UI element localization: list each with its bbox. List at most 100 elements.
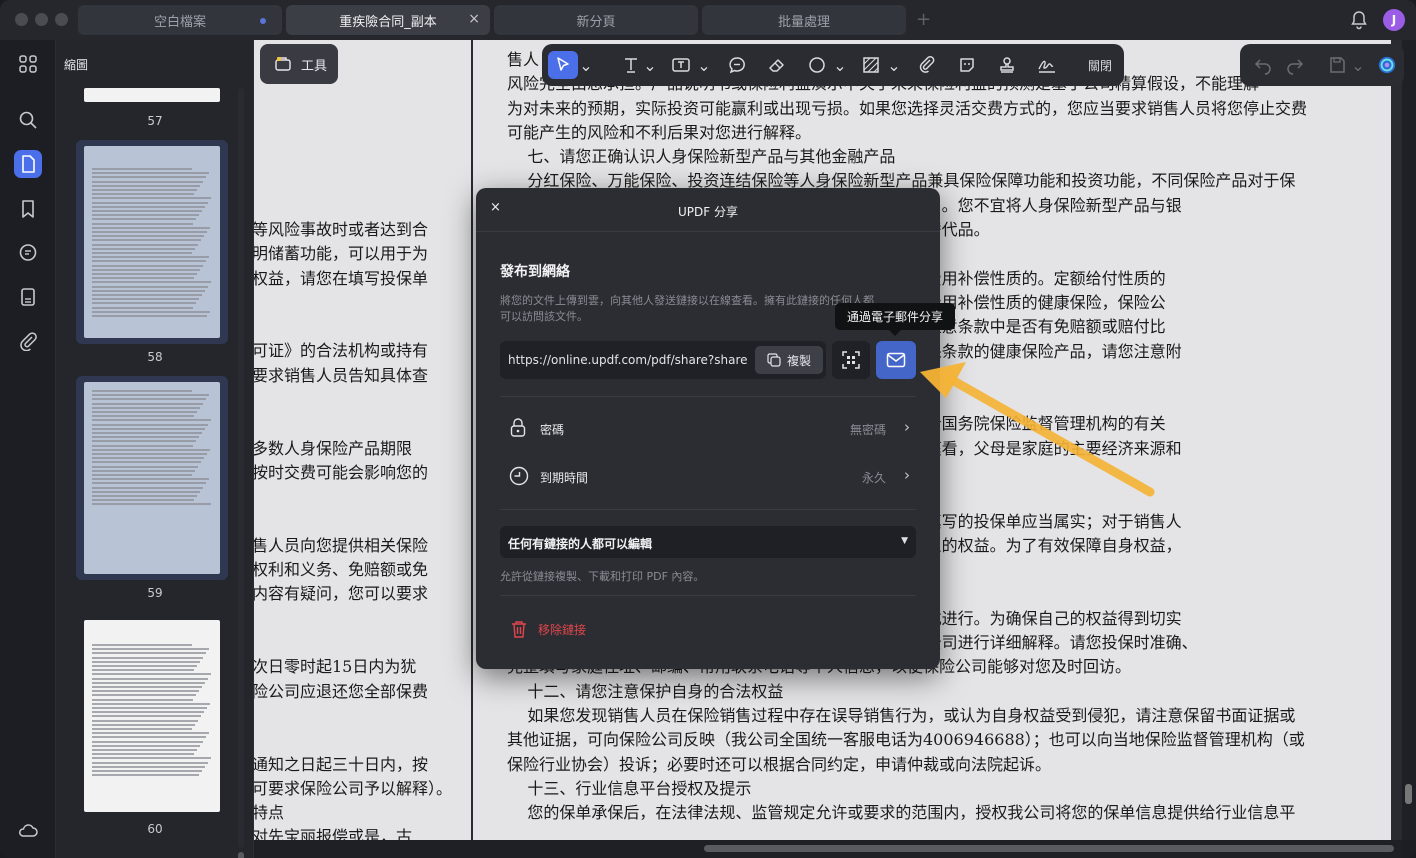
- grid-view-icon[interactable]: [14, 50, 42, 78]
- tab-new[interactable]: 新分頁: [494, 5, 698, 35]
- comment-tool-icon[interactable]: [722, 51, 752, 79]
- minimize-window-button[interactable]: [35, 13, 48, 26]
- user-avatar[interactable]: J: [1383, 9, 1405, 31]
- lock-icon: [510, 418, 526, 437]
- thumbnail-page[interactable]: [84, 620, 220, 812]
- toolbox-icon: [275, 57, 291, 71]
- select-pointer-icon[interactable]: [548, 51, 578, 79]
- tab-label: 批量處理: [777, 14, 830, 30]
- chevron-down-icon[interactable]: ⌄: [833, 51, 846, 79]
- thumbnail-text-line: [92, 715, 201, 718]
- document-line: 可能产生的风险和不利后果对您进行解释。: [507, 122, 812, 142]
- expiry-value: 永久: [861, 471, 886, 485]
- shape-circle-icon[interactable]: [802, 51, 832, 79]
- copy-label: 複製: [786, 353, 811, 368]
- caret-down-icon: ▼: [901, 536, 908, 546]
- bookmark-icon[interactable]: [14, 195, 42, 223]
- thumbnail-page-number: 58: [147, 350, 163, 364]
- text-tool-icon[interactable]: [616, 51, 646, 79]
- mail-icon: [886, 352, 906, 368]
- remove-link-button[interactable]: 移除鏈接: [510, 619, 586, 639]
- signature-icon[interactable]: [1032, 51, 1062, 79]
- trash-icon: [512, 621, 526, 638]
- thumbnail-page[interactable]: [84, 88, 220, 102]
- attachment-tool-icon[interactable]: [912, 51, 942, 79]
- textbox-tool-icon[interactable]: [666, 51, 696, 79]
- document-line: 售人员向您提供相关保险: [254, 535, 429, 555]
- thumbnail-text-line: [92, 753, 194, 756]
- chevron-right-icon: ›: [904, 418, 910, 436]
- unsaved-dot-icon: [260, 18, 266, 24]
- thumbnail-text-line: [92, 402, 203, 405]
- thumbnail-page[interactable]: [84, 146, 220, 338]
- thumbnail-text-line: [92, 774, 199, 777]
- thumbnail-text-line: [92, 310, 210, 313]
- notification-bell-icon[interactable]: [1350, 10, 1368, 30]
- thumbnail-text-line: [92, 411, 197, 413]
- document-vertical-scrollbar[interactable]: [1402, 40, 1416, 840]
- chevron-down-icon[interactable]: ⌄: [697, 51, 710, 79]
- document-line: 您的保单承保后，在法律法规、监管规定允许或要求的范围内，授权我公司将您的保单信息…: [507, 803, 1296, 823]
- document-horizontal-scrollbar[interactable]: [254, 840, 1402, 858]
- attachments-list-icon[interactable]: [14, 283, 42, 311]
- annotation-toolbar: ⌄ ⌄ ⌄ ⌄ ⌄ 關閉: [542, 44, 1124, 86]
- thumbnail-text-line: [92, 226, 210, 229]
- email-share-button[interactable]: [876, 341, 916, 379]
- copy-icon: [767, 353, 781, 367]
- thumbnail-text-line: [92, 482, 206, 485]
- share-link-field[interactable]: https://online.updf.com/pdf/share?sharel…: [500, 341, 826, 379]
- thumbnail-text-line: [92, 168, 192, 170]
- redo-icon[interactable]: [1282, 51, 1308, 79]
- thumbnails-scrollbar[interactable]: [238, 88, 244, 858]
- save-icon[interactable]: [1324, 51, 1350, 79]
- password-row[interactable]: 密碼 無密碼 ›: [500, 409, 916, 449]
- chevron-down-icon[interactable]: ⌄: [579, 51, 592, 79]
- tab-label: 重疾險合同_副本: [339, 14, 437, 30]
- thumbnail-text-line: [92, 474, 192, 476]
- copy-link-button[interactable]: 複製: [755, 346, 823, 374]
- chevron-down-icon[interactable]: ⌄: [1351, 51, 1364, 79]
- upload-cloud-icon[interactable]: [14, 816, 42, 844]
- add-tab-icon[interactable]: +: [916, 9, 931, 30]
- close-window-button[interactable]: [15, 13, 28, 26]
- eraser-icon[interactable]: [762, 51, 792, 79]
- pdf-page-left: 等风险事故时或者达到合 明储蓄功能，可以用于为 权益，请您在填写投保单 可证》的合法机…: [254, 40, 471, 840]
- zoom-window-button[interactable]: [55, 13, 68, 26]
- tab-active-document[interactable]: 重疾險合同_副本 ×: [286, 5, 490, 35]
- hatch-area-icon[interactable]: [856, 51, 886, 79]
- paperclip-icon[interactable]: [14, 327, 42, 355]
- comments-icon[interactable]: [14, 239, 42, 267]
- thumbnail-text-line: [92, 478, 209, 481]
- search-icon[interactable]: [14, 106, 42, 134]
- chevron-down-icon[interactable]: ⌄: [887, 51, 900, 79]
- stamp-icon[interactable]: [992, 51, 1022, 79]
- document-line: 对先宝丽报偿或是，古: [254, 827, 413, 840]
- document-line: 七、请您正确认识人身保险新型产品与其他金融产品: [507, 147, 896, 167]
- close-tab-icon[interactable]: ×: [468, 11, 480, 27]
- document-line: 按时交费可能会影响您的: [254, 462, 429, 482]
- qr-code-button[interactable]: [832, 341, 870, 379]
- thumbnail-text-line: [92, 306, 193, 309]
- document-line: 明储蓄功能，可以用于为: [254, 244, 429, 264]
- undo-icon[interactable]: [1250, 51, 1276, 79]
- chevron-down-icon[interactable]: ⌄: [643, 51, 656, 79]
- expiry-row[interactable]: 到期時間 永久 ›: [500, 457, 916, 497]
- publish-section-title: 發布到網絡: [500, 264, 570, 280]
- ai-assistant-icon[interactable]: [1374, 51, 1400, 79]
- close-toolbar-button[interactable]: 關閉: [1088, 57, 1112, 74]
- sticker-icon[interactable]: [952, 51, 982, 79]
- tools-button[interactable]: 工具: [260, 44, 338, 84]
- thumbnail-page[interactable]: [84, 382, 220, 574]
- thumbnail-page-number: 60: [147, 822, 163, 836]
- tab-batch[interactable]: 批量處理: [702, 5, 906, 35]
- password-label: 密碼: [540, 423, 565, 437]
- thumbnails-icon[interactable]: [14, 150, 42, 178]
- permission-select[interactable]: 任何有鏈接的人都可以編輯 ▼: [500, 526, 916, 558]
- thumbnail-page-number: 59: [147, 586, 163, 600]
- tab-blank-file[interactable]: 空白檔案: [78, 5, 282, 35]
- document-line: 可要求保险公司予以解释）。: [254, 778, 453, 798]
- thumbnail-text-line: [92, 719, 198, 722]
